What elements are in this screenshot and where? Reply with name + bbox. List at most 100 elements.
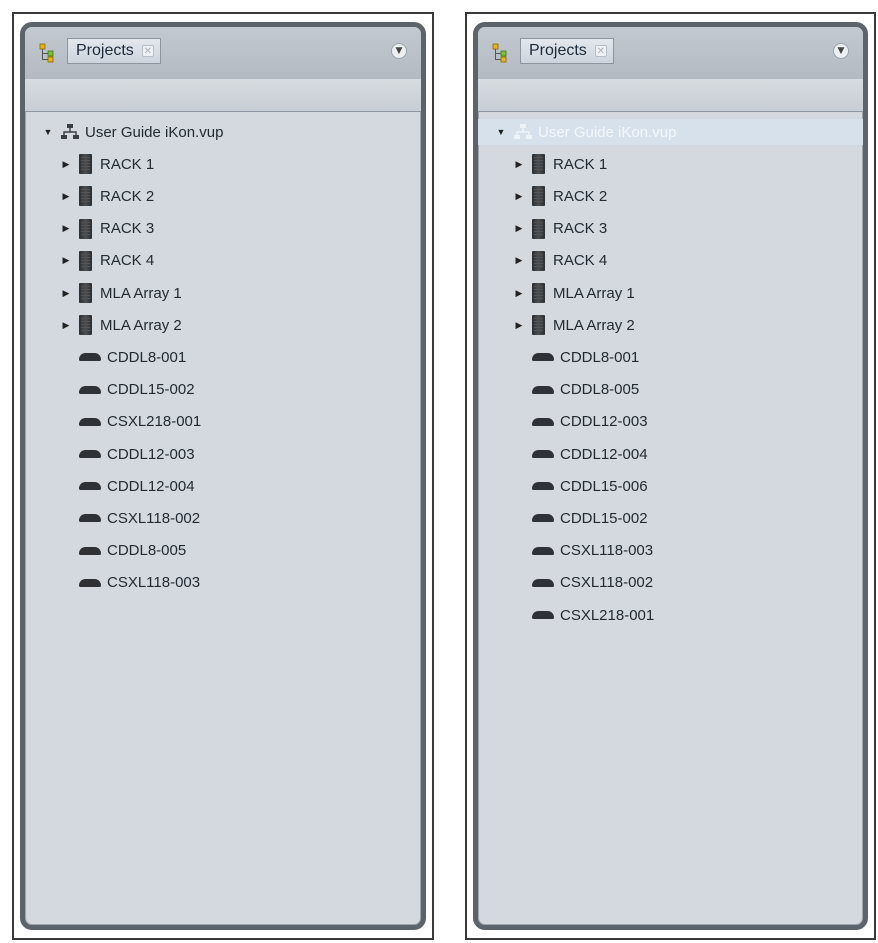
tree-item-label: RACK 1 <box>100 155 155 173</box>
rack-icon <box>79 186 92 207</box>
speaker-icon <box>79 578 101 587</box>
rack-icon <box>79 283 92 303</box>
tree-item-rack[interactable]: ▶ RACK 2 <box>512 183 607 209</box>
tree-item-rack[interactable]: ▶ MLA Array 1 <box>59 280 182 306</box>
expand-icon[interactable]: ▶ <box>59 157 73 171</box>
tree-item-label: CDDL8-005 <box>560 381 640 399</box>
project-tree: ▼ User Guide iKon.vup ▶ RACK 1 ▶ RACK 2 ▶ RACK … <box>25 113 421 925</box>
tab-projects[interactable]: Projects ✕ <box>67 38 161 64</box>
tree-item-label: CDDL12-003 <box>107 445 195 463</box>
rack-icon <box>532 186 545 207</box>
expand-icon[interactable]: ▶ <box>59 222 73 236</box>
tree-item-label: RACK 4 <box>100 252 155 270</box>
view-menu-icon[interactable]: ▼ <box>391 43 407 59</box>
projects-panel-before: Projects ✕ ▼ ▼ User Guide iKon.vup ▶ RACK 1… <box>12 12 434 940</box>
view-menu-icon[interactable]: ▼ <box>833 43 849 59</box>
expand-icon[interactable]: ▶ <box>512 254 526 268</box>
tree-item-rack[interactable]: ▶ RACK 4 <box>59 248 154 274</box>
tree-item-label: CSXL118-003 <box>107 574 201 592</box>
tab-projects[interactable]: Projects ✕ <box>520 38 614 64</box>
tree-item-label: CDDL15-002 <box>107 381 195 399</box>
tree-item-device[interactable]: CDDL15-002 <box>532 505 648 531</box>
collapse-icon[interactable]: ▼ <box>41 125 55 139</box>
speaker-icon <box>79 353 101 362</box>
tree-item-label: RACK 3 <box>553 220 608 238</box>
speaker-icon <box>79 514 101 523</box>
tree-item-rack[interactable]: ▶ RACK 4 <box>512 248 607 274</box>
tree-item-rack[interactable]: ▶ RACK 1 <box>59 151 154 177</box>
tree-item-label: RACK 3 <box>100 220 155 238</box>
speaker-icon <box>79 417 101 426</box>
tree-item-rack[interactable]: ▶ MLA Array 2 <box>59 312 182 338</box>
tree-item-label: CDDL12-004 <box>107 477 195 495</box>
rack-icon <box>79 218 92 239</box>
tree-item-label: MLA Array 1 <box>553 284 635 302</box>
tree-item-device[interactable]: CDDL15-006 <box>532 473 648 499</box>
tree-item-label: MLA Array 2 <box>100 316 182 334</box>
tree-item-rack[interactable]: ▶ MLA Array 2 <box>512 312 635 338</box>
expand-icon[interactable]: ▶ <box>512 222 526 236</box>
expand-icon[interactable]: ▶ <box>59 189 73 203</box>
tree-item-device[interactable]: CSXL218-001 <box>79 409 201 435</box>
rack-icon <box>79 250 92 271</box>
tree-item-rack[interactable]: ▶ RACK 3 <box>512 216 607 242</box>
tree-item-label: MLA Array 1 <box>100 284 182 302</box>
tree-item-rack[interactable]: ▶ RACK 1 <box>512 151 607 177</box>
speaker-icon <box>79 385 101 394</box>
view-header: Projects ✕ ▼ <box>478 27 863 80</box>
expand-icon[interactable]: ▶ <box>59 254 73 268</box>
projects-panel-after: Projects ✕ ▼ ▼ User Guide iKon.vup ▶ RACK 1… <box>465 12 876 940</box>
tree-item-label: CDDL12-004 <box>560 445 648 463</box>
tree-item-device[interactable]: CSXL118-002 <box>532 570 653 596</box>
tree-item-device[interactable]: CDDL12-004 <box>532 441 648 467</box>
tree-item-label: CDDL8-005 <box>107 542 187 560</box>
tree-item-project-root[interactable]: ▼ User Guide iKon.vup <box>41 119 224 145</box>
tree-item-label: CDDL15-006 <box>560 477 648 495</box>
tab-projects-label: Projects <box>529 42 587 59</box>
rack-icon <box>79 154 92 175</box>
tree-item-label: User Guide iKon.vup <box>85 123 224 141</box>
tree-item-device[interactable]: CDDL8-001 <box>79 344 186 370</box>
close-icon[interactable]: ✕ <box>594 45 607 57</box>
tree-item-device[interactable]: CDDL15-002 <box>79 377 195 403</box>
speaker-icon <box>532 385 554 394</box>
speaker-icon <box>79 546 101 555</box>
speaker-icon <box>532 417 554 426</box>
tree-item-device[interactable]: CSXL118-003 <box>532 538 653 564</box>
speaker-icon <box>532 611 554 619</box>
speaker-icon <box>79 450 101 458</box>
tree-item-device[interactable]: CDDL8-001 <box>532 344 639 370</box>
tree-item-rack[interactable]: ▶ RACK 3 <box>59 216 154 242</box>
tree-item-label: CDDL12-003 <box>560 413 648 431</box>
project-tree: ▼ User Guide iKon.vup ▶ RACK 1 ▶ RACK 2 ▶ RACK … <box>478 113 863 925</box>
tree-item-project-root[interactable]: ▼ User Guide iKon.vup <box>494 119 677 145</box>
expand-icon[interactable]: ▶ <box>512 318 526 332</box>
speaker-icon <box>532 482 554 491</box>
close-icon[interactable]: ✕ <box>141 45 154 57</box>
tree-item-rack[interactable]: ▶ MLA Array 1 <box>512 280 635 306</box>
tree-item-device[interactable]: CDDL12-003 <box>532 409 648 435</box>
tree-item-device[interactable]: CSXL118-002 <box>79 505 200 531</box>
tree-item-device[interactable]: CDDL8-005 <box>79 538 186 564</box>
expand-icon[interactable]: ▶ <box>59 286 73 300</box>
network-icon <box>514 124 532 139</box>
tree-item-device[interactable]: CSXL218-001 <box>532 602 654 628</box>
expand-icon[interactable]: ▶ <box>59 318 73 332</box>
expand-icon[interactable]: ▶ <box>512 157 526 171</box>
speaker-icon <box>532 514 554 523</box>
tree-item-label: CDDL8-001 <box>560 348 640 366</box>
tree-item-label: CSXL118-002 <box>107 509 201 527</box>
view-header: Projects ✕ ▼ <box>25 27 421 80</box>
expand-icon[interactable]: ▶ <box>512 286 526 300</box>
collapse-icon[interactable]: ▼ <box>494 125 508 139</box>
view-toolbar <box>478 79 863 112</box>
tree-item-device[interactable]: CSXL118-003 <box>79 570 200 596</box>
tree-item-device[interactable]: CDDL8-005 <box>532 377 639 403</box>
tree-item-rack[interactable]: ▶ RACK 2 <box>59 183 154 209</box>
expand-icon[interactable]: ▶ <box>512 189 526 203</box>
tree-item-label: User Guide iKon.vup <box>538 123 677 141</box>
tree-item-device[interactable]: CDDL12-003 <box>79 441 195 467</box>
speaker-icon <box>532 546 554 555</box>
tab-projects-label: Projects <box>76 42 134 59</box>
tree-item-device[interactable]: CDDL12-004 <box>79 473 195 499</box>
